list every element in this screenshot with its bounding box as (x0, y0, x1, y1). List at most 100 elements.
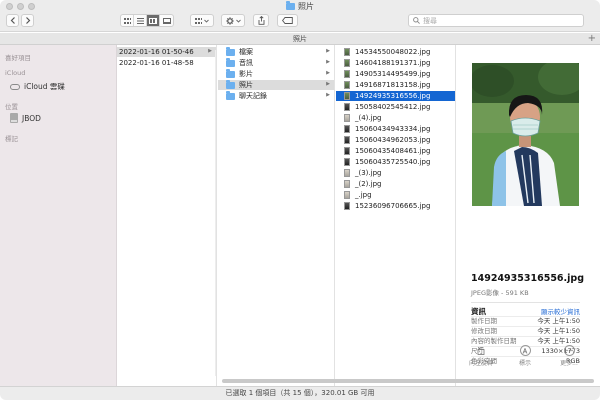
search-input[interactable] (423, 16, 573, 25)
show-less-link[interactable]: 顯示較少資訊 (541, 306, 580, 316)
image-thumbnail-icon (344, 180, 350, 188)
info-row-created: 製作日期 今天 上午1:50 (471, 316, 580, 325)
image-thumbnail-icon (344, 114, 350, 122)
list-item[interactable]: 影片 ▶ (218, 69, 334, 79)
share-button[interactable] (253, 14, 269, 27)
list-item[interactable]: 14534550048022.jpg (336, 47, 455, 57)
list-item-label: 15060434943334.jpg (355, 125, 431, 133)
cloud-icon (10, 83, 20, 90)
folder-icon (226, 80, 235, 89)
list-item-label: 影片 (239, 70, 253, 78)
list-item[interactable]: _(2).jpg (336, 179, 455, 189)
list-item[interactable]: 14916871813158.jpg (336, 80, 455, 90)
list-view-icon (136, 17, 144, 24)
image-thumbnail-icon (344, 48, 350, 56)
markup-icon (519, 345, 531, 356)
list-item-label: 15236096706665.jpg (355, 202, 431, 210)
list-item[interactable]: 15058402545412.jpg (336, 102, 455, 112)
chevron-right-icon: ▶ (326, 70, 330, 76)
image-thumbnail-icon (344, 136, 350, 144)
sidebar-header-locations: 位置 (5, 103, 18, 111)
list-item[interactable]: 15060434943334.jpg (336, 124, 455, 134)
toolbar: 照片 (0, 0, 600, 32)
group-by-button[interactable] (190, 14, 214, 27)
markup-button[interactable]: 標示 (507, 345, 543, 367)
status-bar: 已選取 1 個項目（共 15 個），320.01 GB 可用 (0, 386, 600, 400)
horizontal-scrollbar[interactable] (222, 379, 594, 383)
list-item-label: 14916871813158.jpg (355, 81, 431, 89)
sidebar-item-jbod[interactable]: JBOD (10, 113, 41, 123)
list-item[interactable]: 15060435408461.jpg (336, 146, 455, 156)
browser-column-2: 檔案 ▶ 音訊 ▶ 影片 ▶ 照片 ▶ 聊天記錄 ▶ (218, 45, 335, 386)
list-item[interactable]: 14905314495499.jpg (336, 69, 455, 79)
window-title-text: 照片 (298, 2, 314, 11)
sidebar-item-label: JBOD (22, 113, 41, 123)
sidebar-item-label: iCloud 雲碟 (24, 82, 65, 91)
list-item[interactable]: 2022-01-16 01-50-46 ▶ (117, 47, 216, 57)
add-tab-button[interactable]: + (588, 33, 596, 44)
view-mode-group (120, 14, 174, 27)
image-thumbnail-icon (344, 147, 350, 155)
finder-window: 照片 搜尋 照片 + 喜好項目 iCloud iCloud 雲碟 位置 JBOD… (0, 0, 600, 400)
back-button[interactable] (6, 14, 19, 27)
list-item-label: 14534550048022.jpg (355, 48, 431, 56)
chevron-right-icon: ▶ (326, 48, 330, 54)
folder-icon (226, 91, 235, 100)
image-thumbnail-icon (344, 158, 350, 166)
list-item[interactable]: 15060435725540.jpg (336, 157, 455, 167)
list-item-label: 15060435725540.jpg (355, 158, 431, 166)
chevron-right-icon: ▶ (326, 81, 330, 87)
list-item[interactable]: 檔案 ▶ (218, 47, 334, 57)
list-item[interactable]: _(4).jpg (336, 113, 455, 123)
list-view-button[interactable] (134, 15, 147, 26)
column-view-button[interactable] (147, 15, 160, 26)
list-item-label: _(3).jpg (355, 169, 382, 177)
action-menu-button[interactable] (221, 14, 245, 27)
tag-button[interactable] (277, 14, 298, 27)
icon-view-icon (123, 17, 131, 24)
chevron-right-icon: ▶ (326, 92, 330, 98)
list-item[interactable]: _.jpg (336, 190, 455, 200)
gallery-view-icon (162, 17, 171, 24)
forward-button[interactable] (21, 14, 34, 27)
list-item-selected[interactable]: 14924935316556.jpg (336, 91, 455, 101)
list-item[interactable]: 聊天記錄 ▶ (218, 91, 334, 101)
list-item-label: 聊天記錄 (239, 92, 267, 100)
list-item-label: 14924935316556.jpg (355, 92, 431, 100)
image-thumbnail-icon (344, 169, 350, 177)
info-key: 修改日期 (471, 327, 497, 335)
rotate-left-button[interactable]: 向左旋轉 (463, 345, 499, 367)
preview-file-type: JPEG影像 - 591 KB (471, 289, 529, 297)
image-thumbnail-icon (344, 81, 350, 89)
search-field[interactable] (408, 14, 584, 27)
list-item[interactable]: 14604188191371.jpg (336, 58, 455, 68)
gallery-view-button[interactable] (160, 15, 173, 26)
browser-column-3: 14534550048022.jpg 14604188191371.jpg 14… (336, 45, 456, 386)
list-item[interactable]: _(3).jpg (336, 168, 455, 178)
list-item-label: 照片 (239, 81, 253, 89)
sidebar-item-icloud-drive[interactable]: iCloud 雲碟 (10, 81, 65, 92)
info-header-label: 資訊 (471, 307, 486, 316)
chevron-down-icon (204, 19, 209, 23)
browser-column-1: 2022-01-16 01-50-46 ▶ 2022-01-16 01-48-5… (117, 45, 217, 386)
info-row-content-created: 內容的製作日期 今天 上午1:50 (471, 336, 580, 345)
list-item[interactable]: 音訊 ▶ (218, 58, 334, 68)
chevron-left-icon (10, 17, 15, 24)
image-thumbnail-icon (344, 103, 350, 111)
more-icon (563, 345, 575, 356)
list-item-label: 音訊 (239, 59, 253, 67)
list-item-label: 14604188191371.jpg (355, 59, 431, 67)
path-bar: 照片 + (0, 33, 600, 45)
list-item-label: _.jpg (355, 191, 372, 199)
rotate-left-icon (476, 345, 487, 356)
list-item[interactable]: 2022-01-16 01-48-58 (117, 58, 216, 68)
more-actions-button[interactable]: 更多... (551, 345, 587, 367)
list-item-label: 15060434962053.jpg (355, 136, 431, 144)
list-item[interactable]: 15060434962053.jpg (336, 135, 455, 145)
column-divider (215, 50, 216, 376)
list-item[interactable]: 照片 ▶ (218, 80, 334, 90)
list-item[interactable]: 15236096706665.jpg (336, 201, 455, 211)
icon-view-button[interactable] (121, 15, 134, 26)
chevron-right-icon: ▶ (326, 59, 330, 65)
preview-pane: 14924935316556.jpg JPEG影像 - 591 KB 資訊 顯示… (457, 45, 594, 379)
